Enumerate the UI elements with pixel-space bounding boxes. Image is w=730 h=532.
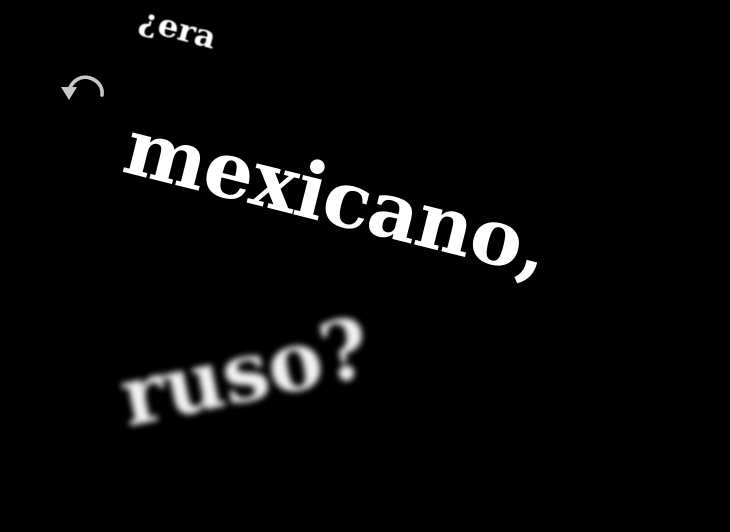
word-question-start: ¿era bbox=[135, 1, 221, 57]
text-stage: ¿era mexicano, ruso? bbox=[0, 0, 730, 532]
undo-button[interactable] bbox=[56, 70, 108, 106]
word-question-end: ruso? bbox=[112, 299, 379, 446]
word-main: mexicano, bbox=[115, 101, 559, 295]
undo-icon bbox=[61, 75, 104, 100]
